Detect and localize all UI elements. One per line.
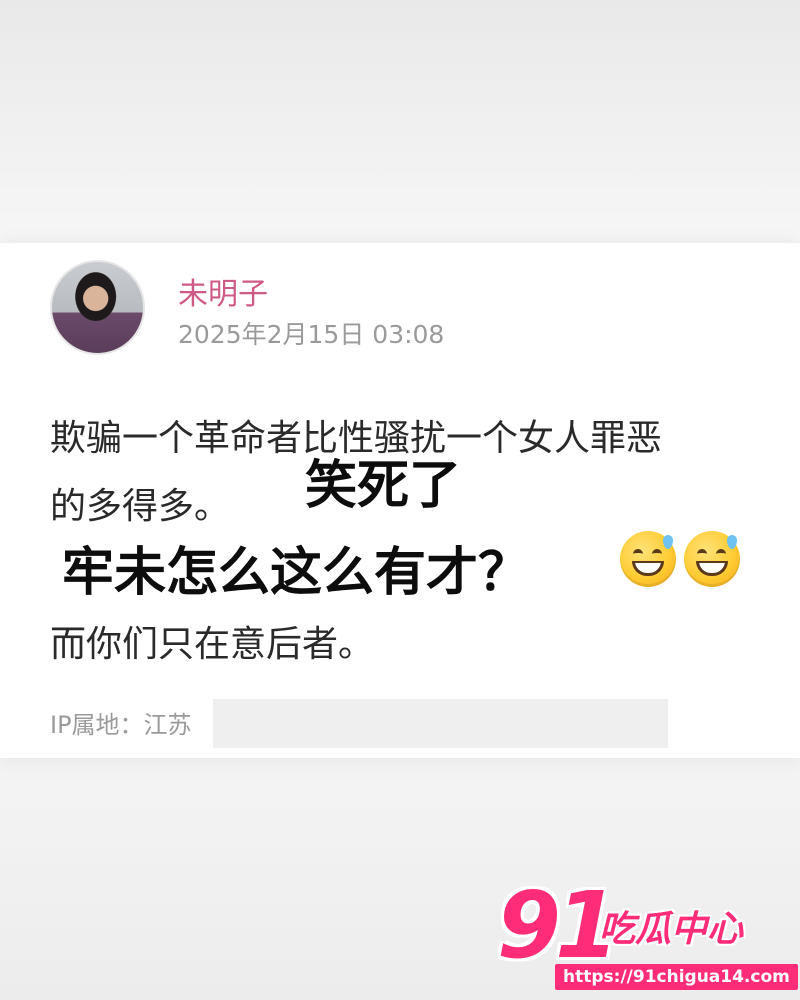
- post-text-line-2: 的多得多。: [50, 486, 231, 527]
- watermark-name: 吃瓜中心: [599, 909, 744, 950]
- grinning-sweat-emoji-icon: [684, 531, 740, 587]
- watermark-url: https://91chigua14.com: [555, 964, 798, 990]
- ip-location: IP属地：江苏: [50, 711, 192, 739]
- overlay-caption-2: 牢未怎么这么有才？: [62, 543, 531, 603]
- post-timestamp: 2025年2月15日 03:08: [178, 320, 445, 349]
- avatar[interactable]: [50, 260, 145, 355]
- post-text-line-3: 而你们只在意后者。: [50, 624, 375, 665]
- username[interactable]: 未明子: [178, 269, 268, 313]
- watermark-logo: 91 吃瓜中心 https://91chigua14.com: [497, 872, 798, 995]
- watermark-number: 91: [497, 872, 619, 979]
- overlay-caption-1: 笑死了: [305, 456, 462, 516]
- post-card: 未明子 2025年2月15日 03:08 欺骗一个革命者比性骚扰一个女人罪恶 的…: [0, 243, 800, 758]
- redaction-block: [213, 699, 668, 748]
- grinning-sweat-emoji-icon: [620, 531, 676, 587]
